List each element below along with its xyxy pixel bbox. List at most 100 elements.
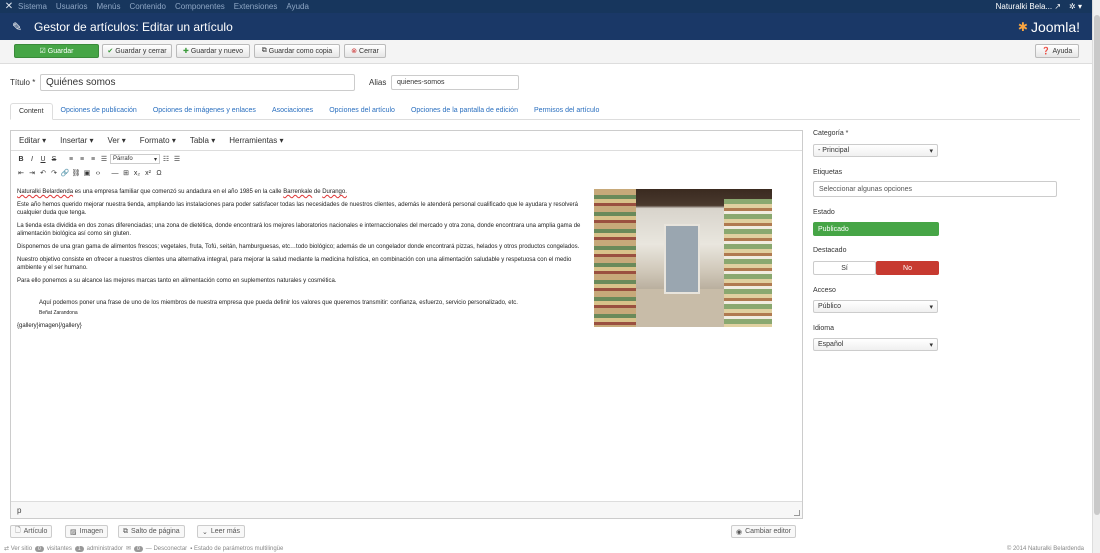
superscript-icon[interactable]: x² [143,168,153,179]
status-label: Estado [813,209,835,216]
save-new-button[interactable]: ✚ Guardar y nuevo [176,44,250,58]
shop-photo[interactable] [594,189,772,327]
user-menu[interactable]: Naturalki Bela... ↗ [996,2,1061,11]
menu-usuarios[interactable]: Usuarios [56,2,88,11]
tags-label: Etiquetas [813,169,843,176]
save-new-label: Guardar y nuevo [190,47,244,55]
tab-permissions[interactable]: Permisos del artículo [526,102,607,119]
align-right-icon[interactable]: ≡ [88,154,98,165]
bullet-list-icon[interactable]: ☷ [161,154,171,165]
logout-label: Desconectar [153,545,188,552]
toggle-editor-button[interactable]: ◉ Cambiar editor [731,525,797,538]
paragraph-1-text: es una empresa familiar que comenzó su a… [73,189,284,195]
title-row: Título * Quiénes somos Alias quienes-som… [0,74,1092,92]
format-select-value: Párrafo [113,156,133,162]
numbered-list-icon[interactable]: ☰ [172,154,182,165]
article-button[interactable]: 🗋 Artículo [10,525,53,538]
align-center-icon[interactable]: ≡ [77,154,87,165]
tab-associations[interactable]: Asociaciones [264,102,321,119]
featured-no-button[interactable]: No [876,261,939,275]
language-select[interactable]: Español ▾ [813,338,938,351]
view-site-link[interactable]: ⇄ Ver sitio [4,545,32,552]
article-button-label: Artículo [23,528,48,535]
pagebreak-button[interactable]: ⧉ Salto de página [118,525,185,538]
save-copy-label: Guardar como copia [268,47,333,55]
editor-menu-insert[interactable]: Insertar ▾ [60,136,93,145]
editor-menu-edit-label: Editar [19,136,40,145]
format-select[interactable]: Párrafo ▾ [110,154,160,164]
editor-menu-table[interactable]: Tabla ▾ [190,136,215,145]
category-select[interactable]: - Principal ▾ [813,144,938,157]
image-button-label: Imagen [79,528,103,535]
save-close-label: Guardar y cerrar [115,47,167,55]
editor-toolbar-2: ⇤ ⇥ ↶ ↷ 🔗 ⛓ ▣ ‹› — ⊞ x₂ x² Ω [11,167,802,179]
undo-icon[interactable]: ↶ [38,168,48,179]
subscript-icon[interactable]: x₂ [132,168,142,179]
scrollbar-thumb[interactable] [1094,15,1100,515]
multilang-link[interactable]: ▪ Estado de parámetros multilingüe [190,546,283,552]
special-char-icon[interactable]: Ω [154,168,164,179]
image-icon[interactable]: ▣ [82,168,92,179]
system-nav: ✕ Sistema Usuarios Menús Contenido Compo… [0,0,1100,13]
underline-icon[interactable]: U [38,154,48,165]
page-scrollbar[interactable] [1092,0,1100,553]
table-icon[interactable]: ⊞ [121,168,131,179]
align-left-icon[interactable]: ≡ [66,154,76,165]
title-label: Título * [10,78,36,87]
menu-contenido[interactable]: Contenido [130,2,166,11]
tab-publishing[interactable]: Opciones de publicación [53,102,145,119]
status-select[interactable]: Publicado [813,222,939,236]
menu-sistema[interactable]: Sistema [18,2,47,11]
tab-article-options[interactable]: Opciones del artículo [321,102,403,119]
paragraph-4: Disponemos de una gran gama de alimentos… [17,244,580,250]
unlink-icon[interactable]: ⛓ [71,168,81,179]
eye-icon: ◉ [736,528,743,536]
tags-input[interactable]: Seleccionar algunas opciones [813,181,1057,197]
close-button[interactable]: ⊗ Cerrar [344,44,386,58]
editor-menu-format[interactable]: Formato ▾ [140,136,176,145]
menu-extensiones[interactable]: Extensiones [234,2,278,11]
editor-menu-view[interactable]: Ver ▾ [108,136,126,145]
editor-menu-edit[interactable]: Editar ▾ [19,136,46,145]
shop-floor [636,289,724,327]
menu-menus[interactable]: Menús [96,2,120,11]
check-icon: ✔ [107,48,114,55]
category-value: - Principal [818,147,850,154]
redo-icon[interactable]: ↷ [49,168,59,179]
logout-link[interactable]: — Desconectar [146,546,187,552]
editor-menu-tools[interactable]: Herramientas ▾ [229,136,283,145]
outdent-icon[interactable]: ⇤ [16,168,26,179]
horizontal-rule-icon[interactable]: — [110,168,120,179]
alias-input[interactable]: quienes-somos [391,75,519,90]
save-copy-button[interactable]: ⧉ Guardar como copia [254,44,340,58]
align-justify-icon[interactable]: ☰ [99,154,109,165]
link-icon[interactable]: 🔗 [60,168,70,179]
editor-menu-table-label: Tabla [189,136,209,145]
resize-handle[interactable] [794,510,800,516]
gear-icon[interactable]: ✲ ▾ [1069,2,1082,11]
save-close-button[interactable]: ✔ Guardar y cerrar [102,44,172,58]
editor-content[interactable]: Naturalki Belardenda es una empresa fami… [17,188,587,335]
strikethrough-icon[interactable]: S [49,154,59,165]
access-select[interactable]: Público ▾ [813,300,938,313]
menu-ayuda[interactable]: Ayuda [286,2,309,11]
tab-images-links[interactable]: Opciones de imágenes y enlaces [145,102,264,119]
menu-componentes[interactable]: Componentes [175,2,225,11]
save-button[interactable]: ☑ Guardar [14,44,99,58]
indent-icon[interactable]: ⇥ [27,168,37,179]
featured-yes-button[interactable]: Sí [813,261,876,275]
readmore-button[interactable]: ⌄ Leer más [197,525,246,538]
italic-icon[interactable]: I [27,154,37,165]
code-icon[interactable]: ‹› [93,168,103,179]
plus-icon: ✚ [182,48,189,55]
tab-edit-screen-options[interactable]: Opciones de la pantalla de edición [403,102,526,119]
paragraph-1-of: de [312,189,323,195]
image-button[interactable]: ▨ Imagen [65,525,108,538]
bold-icon[interactable]: B [16,154,26,165]
language-value: Español [818,341,844,348]
help-button[interactable]: ❓ Ayuda [1035,44,1079,58]
title-input[interactable]: Quiénes somos [40,74,355,91]
tab-content[interactable]: Content [10,103,53,120]
joomla-icon[interactable]: ✕ [0,1,18,12]
chevron-down-icon: ▾ [153,156,157,163]
